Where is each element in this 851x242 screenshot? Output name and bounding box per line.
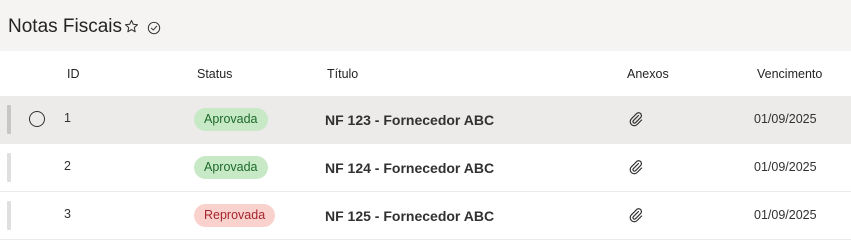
row-indicator [7,201,11,230]
table-row[interactable]: 2 Aprovada NF 124 - Fornecedor ABC 01/09… [0,144,851,192]
status-badge: Aprovada [194,156,268,179]
cell-due-date: 01/09/2025 [754,160,817,174]
check-circle-icon[interactable] [147,21,161,35]
column-header-status[interactable]: Status [197,67,232,81]
table-row[interactable]: 3 Reprovada NF 125 - Fornecedor ABC 01/0… [0,192,851,240]
cell-title[interactable]: NF 124 - Fornecedor ABC [325,160,494,176]
column-header-titulo[interactable]: Título [327,67,358,81]
status-badge: Aprovada [194,108,268,131]
paperclip-icon[interactable] [628,111,644,127]
row-indicator [7,153,11,182]
paperclip-icon[interactable] [628,207,644,223]
column-header-id[interactable]: ID [67,67,80,81]
cell-due-date: 01/09/2025 [754,208,817,222]
list-view: ID Status Título Anexos Vencimento 1 Apr… [0,51,851,242]
column-header-row: ID Status Título Anexos Vencimento [0,51,851,96]
status-badge: Reprovada [194,204,276,227]
column-header-vencimento[interactable]: Vencimento [757,67,822,81]
page-title: Notas Fiscais [8,16,123,37]
list-title-bar: Notas Fiscais [0,0,851,52]
table-row[interactable]: 1 Aprovada NF 123 - Fornecedor ABC 01/09… [0,96,851,144]
column-header-anexos[interactable]: Anexos [627,67,669,81]
cell-id: 2 [64,159,71,173]
cell-title[interactable]: NF 123 - Fornecedor ABC [325,112,494,128]
cell-title[interactable]: NF 125 - Fornecedor ABC [325,208,494,224]
row-indicator [7,105,11,134]
row-select-radio[interactable] [29,111,45,127]
cell-id: 1 [64,111,71,125]
cell-id: 3 [64,207,71,221]
star-icon[interactable] [124,19,139,34]
paperclip-icon[interactable] [628,159,644,175]
cell-due-date: 01/09/2025 [754,112,817,126]
